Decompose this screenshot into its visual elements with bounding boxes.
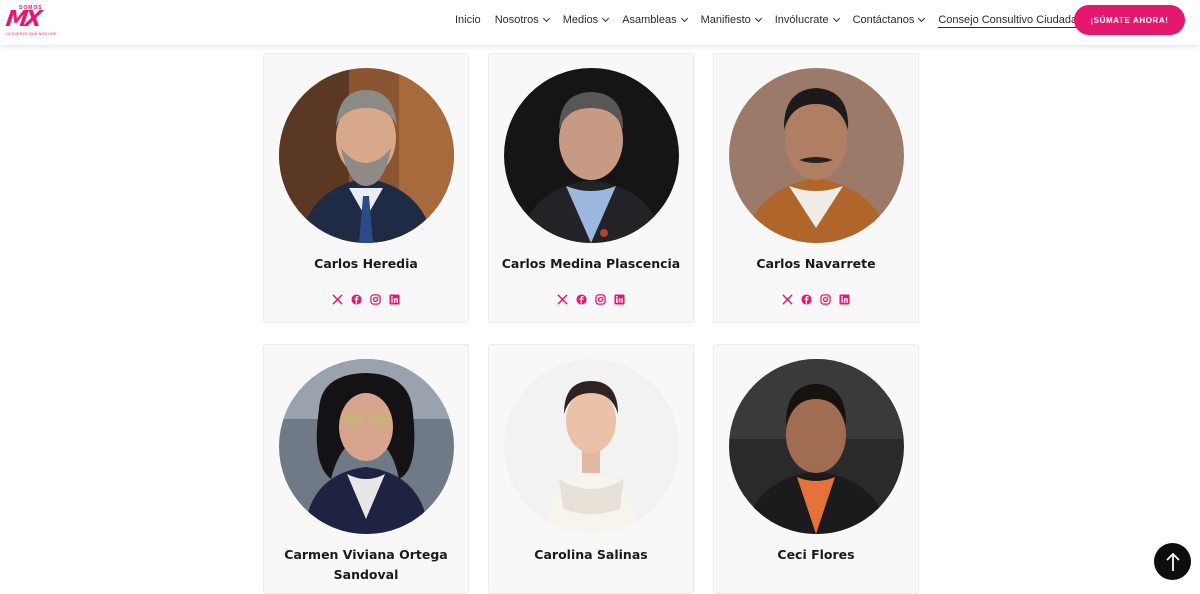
- nav-item-label: Asambleas: [622, 14, 677, 26]
- member-card: Carmen Viviana Ortega Sandoval: [263, 344, 469, 594]
- chevron-down-icon: [680, 14, 688, 23]
- nav-item-inicio[interactable]: Inicio: [455, 14, 481, 26]
- member-card: Carlos Medina Plascencia: [488, 53, 694, 323]
- nav-item-contactanos[interactable]: Contáctanos: [852, 14, 926, 26]
- facebook-icon[interactable]: [801, 294, 812, 305]
- facebook-icon[interactable]: [351, 294, 362, 305]
- main-nav: Inicio Nosotros Medios Asambleas Manifie…: [455, 0, 1113, 40]
- nav-item-label: Manifiesto: [700, 14, 751, 26]
- x-icon[interactable]: [557, 294, 568, 305]
- nav-item-asambleas[interactable]: Asambleas: [622, 14, 688, 26]
- instagram-icon[interactable]: [595, 294, 606, 305]
- member-card: Carlos Heredia: [263, 53, 469, 323]
- nav-item-label: Inicio: [455, 14, 481, 26]
- site-header: SOMOS MX LA FUERZA QUE NOS UNE Inicio No…: [0, 0, 1200, 45]
- arrow-up-icon: [1165, 552, 1180, 571]
- member-name: Carolina Salinas: [534, 547, 648, 562]
- members-grid: Carlos Heredia Carlos Medina Plascencia: [0, 0, 1200, 594]
- scroll-to-top-button[interactable]: [1154, 543, 1191, 580]
- member-name: Carlos Medina Plascencia: [501, 256, 681, 271]
- nav-item-nosotros[interactable]: Nosotros: [494, 14, 550, 26]
- nav-item-manifiesto[interactable]: Manifiesto: [700, 14, 762, 26]
- member-name: Carmen Viviana Ortega Sandoval: [284, 547, 448, 582]
- member-photo: [279, 68, 454, 243]
- instagram-icon[interactable]: [370, 294, 381, 305]
- member-socials: [489, 294, 693, 305]
- member-photo: [279, 359, 454, 534]
- instagram-icon[interactable]: [820, 294, 831, 305]
- chevron-down-icon: [754, 14, 762, 23]
- facebook-icon[interactable]: [576, 294, 587, 305]
- member-card: Carlos Navarrete: [713, 53, 919, 323]
- chevron-down-icon: [542, 14, 550, 23]
- chevron-down-icon: [918, 14, 926, 23]
- member-photo: [504, 68, 679, 243]
- member-socials: [264, 294, 468, 305]
- member-photo: [729, 359, 904, 534]
- nav-item-label: Nosotros: [494, 14, 539, 26]
- x-icon[interactable]: [782, 294, 793, 305]
- nav-item-involucrate[interactable]: Invólucrate: [774, 14, 840, 26]
- nav-item-label: Invólucrate: [774, 14, 829, 26]
- member-photo: [504, 359, 679, 534]
- nav-item-label: Medios: [562, 14, 599, 26]
- member-name: Carlos Navarrete: [756, 256, 876, 271]
- member-name: Carlos Heredia: [314, 256, 418, 271]
- chevron-down-icon: [602, 14, 610, 23]
- linkedin-icon[interactable]: [839, 294, 850, 305]
- member-name: Ceci Flores: [777, 547, 855, 562]
- member-card: Carolina Salinas: [488, 344, 694, 594]
- nav-item-label: Contáctanos: [852, 14, 915, 26]
- logo-tagline: LA FUERZA QUE NOS UNE: [6, 32, 57, 36]
- linkedin-icon[interactable]: [614, 294, 625, 305]
- member-socials: [714, 294, 918, 305]
- chevron-down-icon: [832, 14, 840, 23]
- linkedin-icon[interactable]: [389, 294, 400, 305]
- nav-item-label: Consejo Consultivo Ciudadano: [938, 14, 1090, 26]
- x-icon[interactable]: [332, 294, 343, 305]
- logo-main-text: MX: [4, 7, 41, 32]
- somos-mx-logo[interactable]: SOMOS MX LA FUERZA QUE NOS UNE: [4, 5, 57, 37]
- sumate-ahora-button[interactable]: ¡SÚMATE AHORA!: [1074, 5, 1185, 35]
- nav-item-medios[interactable]: Medios: [562, 14, 610, 26]
- member-photo: [729, 68, 904, 243]
- member-card: Ceci Flores: [713, 344, 919, 594]
